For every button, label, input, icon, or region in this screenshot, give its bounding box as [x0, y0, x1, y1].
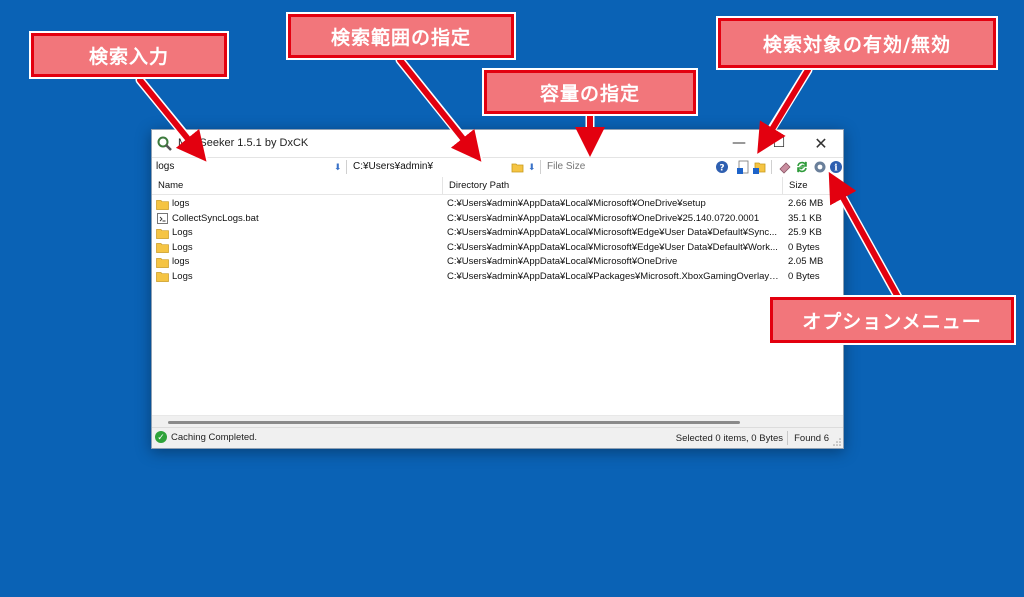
svg-text:?: ? — [719, 164, 724, 174]
folder-icon — [156, 199, 169, 210]
file-name: CollectSyncLogs.bat — [172, 212, 259, 224]
title-bar[interactable]: MaaSeeker 1.5.1 by DxCK — ☐ ✕ — [152, 130, 843, 157]
table-row[interactable]: Logs C:¥Users¥admin¥AppData¥Local¥Package… — [152, 270, 843, 284]
callout-size-filter: 容量の指定 — [482, 68, 698, 116]
selection-status: Selected 0 items, 0 Bytes — [675, 433, 783, 444]
file-size-input[interactable] — [545, 158, 709, 176]
callout-search-scope: 検索範囲の指定 — [286, 12, 516, 60]
batch-file-icon — [157, 213, 168, 224]
table-row[interactable]: logs C:¥Users¥admin¥AppData¥Local¥Microso… — [152, 255, 843, 269]
cell-name: CollectSyncLogs.bat — [156, 212, 441, 226]
callout-toggle-targets: 検索対象の有効/無効 — [716, 16, 998, 70]
cell-size: 2.05 MB — [788, 256, 824, 267]
cell-size: 35.1 KB — [788, 212, 822, 224]
info-icon[interactable]: i — [829, 160, 843, 174]
folder-icon — [156, 257, 169, 268]
help-icon[interactable]: ? — [715, 160, 729, 174]
toolbar-separator — [346, 160, 347, 174]
folder-browse-icon[interactable] — [511, 160, 525, 174]
found-count: Found 6 — [794, 433, 829, 444]
gear-icon[interactable] — [813, 160, 827, 174]
cell-size: 25.9 KB — [788, 227, 822, 238]
cell-size: 2.66 MB — [788, 198, 824, 209]
cell-directory-path: C:¥Users¥admin¥AppData¥Local¥Microsoft¥E… — [447, 241, 778, 253]
search-input[interactable] — [154, 158, 328, 176]
scrollbar-thumb[interactable] — [168, 421, 740, 424]
callout-option-menu: オプションメニュー — [768, 295, 1016, 345]
path-input[interactable] — [351, 158, 505, 176]
cell-name: Logs — [156, 226, 441, 240]
file-name: Logs — [172, 241, 193, 253]
app-window: MaaSeeker 1.5.1 by DxCK — ☐ ✕ ⬇ ⬇ ? — [151, 129, 844, 449]
table-row[interactable]: Logs C:¥Users¥admin¥AppData¥Local¥Microso… — [152, 241, 843, 255]
file-name: Logs — [172, 270, 193, 282]
table-row[interactable]: Logs C:¥Users¥admin¥AppData¥Local¥Microso… — [152, 226, 843, 240]
svg-text:i: i — [834, 164, 838, 174]
callout-search-input: 検索入力 — [29, 31, 229, 79]
arrow-option-menu — [828, 171, 901, 300]
column-header-size[interactable]: Size — [782, 177, 844, 194]
cell-directory-path: C:¥Users¥admin¥AppData¥Local¥Microsoft¥E… — [447, 227, 778, 238]
folder-icon — [156, 243, 169, 253]
search-toolbar: ⬇ ⬇ ? i — [152, 157, 843, 178]
cell-name: logs — [156, 255, 441, 269]
status-bar: ✓ Caching Completed. Selected 0 items, 0… — [152, 427, 843, 448]
cell-directory-path: C:¥Users¥admin¥AppData¥Local¥Packages¥Mi… — [447, 270, 781, 282]
column-header-name[interactable]: Name — [152, 177, 442, 194]
maximize-button[interactable]: ☐ — [759, 130, 799, 156]
eraser-icon[interactable] — [778, 160, 792, 174]
cell-size: 0 Bytes — [788, 241, 820, 253]
folder-toggle-icon[interactable] — [752, 160, 766, 174]
table-row[interactable]: CollectSyncLogs.bat C:¥Users¥admin¥AppDat… — [152, 212, 843, 226]
status-divider — [787, 431, 788, 445]
toolbar-separator — [540, 160, 541, 174]
file-name: Logs — [172, 227, 193, 238]
file-name: logs — [172, 256, 190, 267]
cell-directory-path: C:¥Users¥admin¥AppData¥Local¥Microsoft¥O… — [447, 256, 678, 267]
close-button[interactable]: ✕ — [801, 130, 841, 156]
file-toggle-icon[interactable] — [736, 160, 750, 174]
check-icon: ✓ — [155, 431, 167, 443]
minimize-button[interactable]: — — [719, 130, 759, 156]
cell-name: Logs — [156, 270, 441, 284]
list-header: Name Directory Path Size — [152, 177, 843, 195]
folder-icon — [156, 228, 169, 239]
results-list[interactable]: Name Directory Path Size logs C:¥Users¥ad… — [152, 177, 843, 415]
cell-directory-path: C:¥Users¥admin¥AppData¥Local¥Microsoft¥O… — [447, 212, 760, 224]
app-logo-icon — [157, 136, 172, 151]
cell-name: logs — [156, 197, 441, 211]
table-row[interactable]: logs C:¥Users¥admin¥AppData¥Local¥Microso… — [152, 197, 843, 211]
file-name: logs — [172, 198, 190, 209]
toolbar-separator — [771, 160, 772, 174]
search-history-dropdown-icon[interactable]: ⬇ — [332, 158, 344, 176]
column-header-path[interactable]: Directory Path — [442, 177, 782, 194]
refresh-icon[interactable] — [795, 160, 809, 174]
path-history-dropdown-icon[interactable]: ⬇ — [526, 158, 538, 176]
folder-icon — [156, 272, 169, 282]
window-title: MaaSeeker 1.5.1 by DxCK — [178, 137, 309, 149]
resize-grip-icon[interactable] — [833, 438, 841, 446]
cell-size: 0 Bytes — [788, 270, 820, 282]
status-message: Caching Completed. — [171, 431, 258, 443]
cell-directory-path: C:¥Users¥admin¥AppData¥Local¥Microsoft¥O… — [447, 198, 706, 209]
cell-name: Logs — [156, 241, 441, 255]
